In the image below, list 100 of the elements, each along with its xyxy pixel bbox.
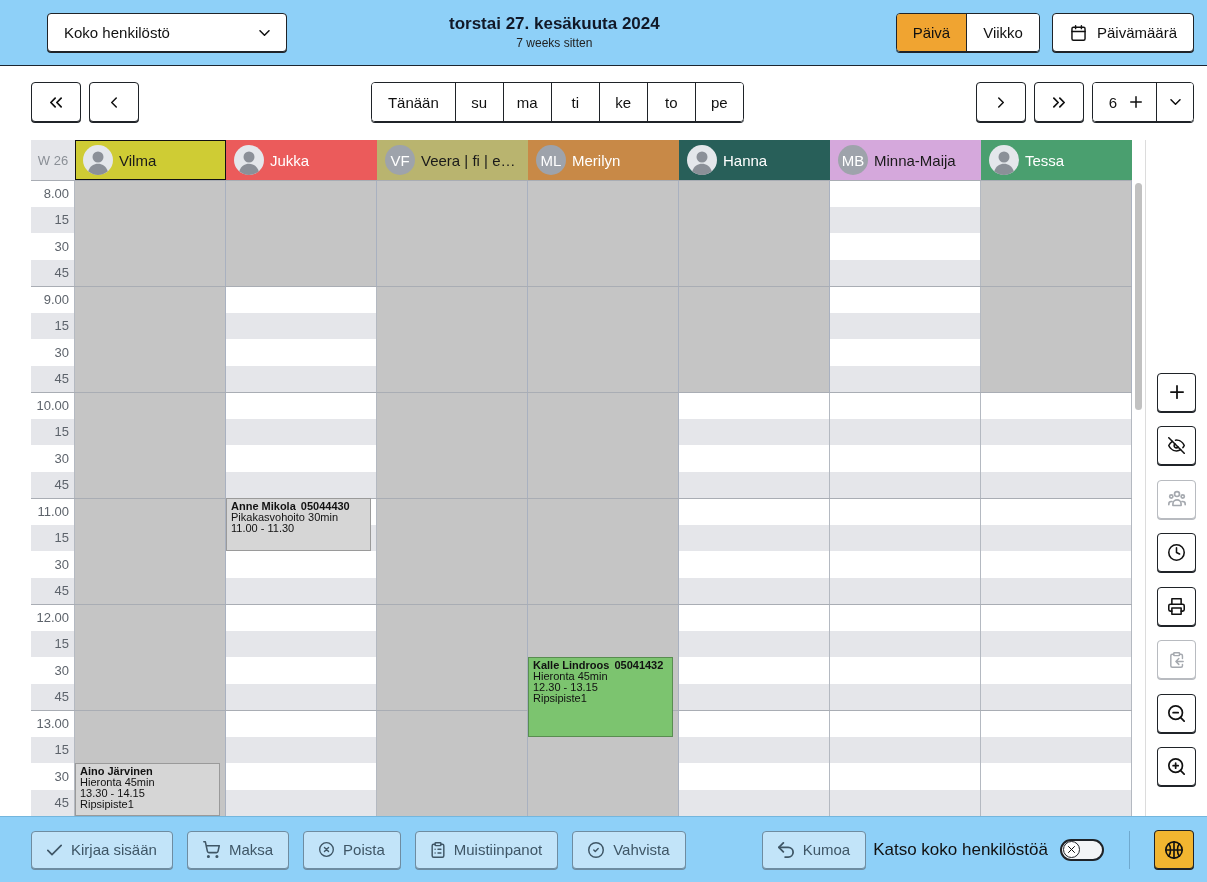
- print-button[interactable]: [1157, 586, 1196, 626]
- time-slot[interactable]: [830, 524, 981, 551]
- time-slot[interactable]: [981, 683, 1132, 710]
- time-slot[interactable]: [679, 789, 830, 816]
- time-slot[interactable]: [528, 789, 679, 816]
- time-slot[interactable]: [528, 736, 679, 763]
- add-button[interactable]: [1157, 372, 1196, 412]
- time-slot[interactable]: [528, 259, 679, 286]
- time-slot[interactable]: [679, 577, 830, 604]
- staff-header[interactable]: MB Minna-Maija: [830, 140, 981, 180]
- time-slot[interactable]: [981, 418, 1132, 445]
- time-slot[interactable]: [830, 418, 981, 445]
- jump-forward-button[interactable]: [1033, 82, 1084, 122]
- time-slot[interactable]: [226, 180, 377, 207]
- appointment-card[interactable]: Kalle Lindroos 05041432 Hieronta 45min 12.30 - 13.15 Ripsipiste1: [528, 657, 673, 737]
- time-slot[interactable]: [981, 365, 1132, 392]
- view-tab[interactable]: Päivä: [896, 14, 967, 51]
- time-slot[interactable]: [981, 471, 1132, 498]
- time-slot[interactable]: [679, 471, 830, 498]
- time-slot[interactable]: [679, 180, 830, 207]
- time-slot[interactable]: [226, 736, 377, 763]
- date-picker-button[interactable]: Päivämäärä: [1051, 13, 1194, 52]
- time-slot[interactable]: [981, 259, 1132, 286]
- time-slot[interactable]: [226, 259, 377, 286]
- staff-select[interactable]: Koko henkilöstö: [47, 13, 287, 52]
- time-slot[interactable]: [75, 736, 226, 763]
- time-slot[interactable]: [226, 789, 377, 816]
- time-slot[interactable]: [528, 180, 679, 207]
- time-slot[interactable]: [377, 683, 528, 710]
- time-slot[interactable]: [377, 604, 528, 631]
- time-slot[interactable]: [226, 577, 377, 604]
- time-slot[interactable]: [377, 710, 528, 737]
- time-slot[interactable]: [377, 365, 528, 392]
- time-slot[interactable]: [528, 498, 679, 525]
- time-slot[interactable]: [75, 471, 226, 498]
- time-slot[interactable]: [679, 630, 830, 657]
- time-slot[interactable]: [371, 498, 377, 525]
- time-slot[interactable]: [528, 630, 679, 657]
- staff-header[interactable]: Vilma: [75, 140, 226, 180]
- hide-button[interactable]: [1157, 426, 1196, 465]
- time-slot[interactable]: [981, 789, 1132, 816]
- time-slot[interactable]: [673, 710, 679, 737]
- time-slot[interactable]: [528, 392, 679, 419]
- time-slot[interactable]: [981, 736, 1132, 763]
- show-all-toggle[interactable]: [1060, 838, 1104, 861]
- time-slot[interactable]: [679, 286, 830, 313]
- time-slot[interactable]: [830, 471, 981, 498]
- time-slot[interactable]: [679, 683, 830, 710]
- time-slot[interactable]: [226, 630, 377, 657]
- time-slot[interactable]: [981, 180, 1132, 207]
- dropdown-button[interactable]: [1156, 83, 1193, 121]
- time-slot[interactable]: [981, 630, 1132, 657]
- time-slot[interactable]: [377, 789, 528, 816]
- time-slot[interactable]: [830, 312, 981, 339]
- staff-header[interactable]: Hanna: [679, 140, 830, 180]
- time-slot[interactable]: [830, 365, 981, 392]
- time-slot[interactable]: [226, 312, 377, 339]
- time-slot[interactable]: [679, 418, 830, 445]
- staff-header[interactable]: VF Veera | fi | e…: [377, 140, 528, 180]
- time-slot[interactable]: [377, 392, 528, 419]
- view-tab[interactable]: Viikko: [966, 14, 1039, 51]
- time-slot[interactable]: [679, 259, 830, 286]
- time-slot[interactable]: [679, 524, 830, 551]
- time-slot[interactable]: [528, 365, 679, 392]
- time-slot[interactable]: [220, 789, 226, 816]
- time-slot[interactable]: [673, 683, 679, 710]
- time-slot[interactable]: [226, 683, 377, 710]
- time-slot[interactable]: [75, 683, 226, 710]
- time-slot[interactable]: [528, 471, 679, 498]
- clock-button[interactable]: [1157, 533, 1196, 572]
- time-slot[interactable]: [981, 286, 1132, 313]
- time-slot[interactable]: [371, 524, 377, 551]
- time-slot[interactable]: [75, 392, 226, 419]
- jump-back-button[interactable]: [31, 82, 81, 122]
- time-slot[interactable]: [377, 259, 528, 286]
- time-slot[interactable]: [75, 577, 226, 604]
- zoom-out-button[interactable]: [1157, 693, 1196, 733]
- appointment-card[interactable]: Aino Järvinen Hieronta 45min 13.30 - 14.15 Ripsipiste1: [75, 763, 220, 816]
- time-slot[interactable]: [830, 630, 981, 657]
- time-slot[interactable]: [830, 736, 981, 763]
- time-slot[interactable]: [528, 604, 679, 631]
- time-slot[interactable]: [528, 286, 679, 313]
- ball-button[interactable]: [1154, 830, 1194, 869]
- next-button[interactable]: [975, 82, 1026, 122]
- time-slot[interactable]: [981, 577, 1132, 604]
- time-slot[interactable]: [830, 206, 981, 233]
- time-slot[interactable]: [679, 365, 830, 392]
- time-slot[interactable]: [226, 471, 377, 498]
- appointment-card[interactable]: Anne Mikola 05044430 Pikakasvohoito 30min 11.00 - 11.30: [226, 498, 371, 551]
- time-slot[interactable]: [377, 577, 528, 604]
- time-slot[interactable]: [75, 604, 226, 631]
- time-slot[interactable]: [377, 498, 528, 525]
- time-slot[interactable]: [830, 683, 981, 710]
- time-slot[interactable]: [75, 498, 226, 525]
- time-slot[interactable]: [528, 577, 679, 604]
- time-slot[interactable]: [75, 180, 226, 207]
- time-slot[interactable]: [226, 365, 377, 392]
- time-slot[interactable]: [830, 577, 981, 604]
- time-slot[interactable]: [830, 789, 981, 816]
- time-slot[interactable]: [377, 286, 528, 313]
